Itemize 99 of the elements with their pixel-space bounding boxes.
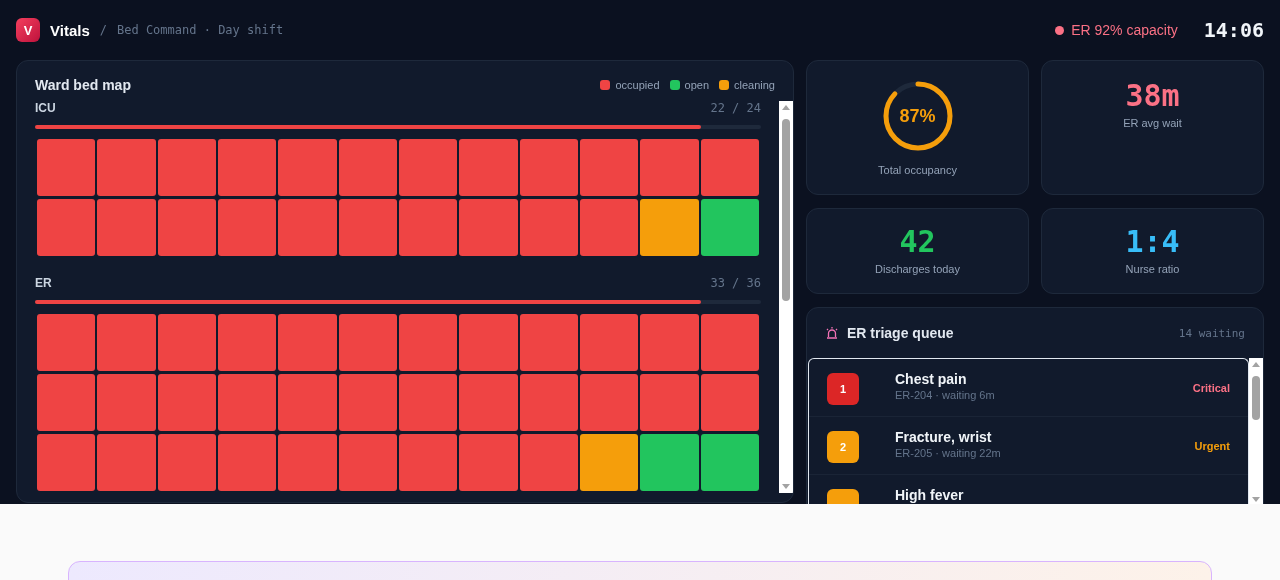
complaint: High fever (895, 488, 964, 502)
ward-count: 22 / 24 (710, 101, 761, 115)
breadcrumb-context: Bed Command · Day shift (117, 23, 284, 37)
bed-tile[interactable] (700, 139, 759, 196)
bed-tile[interactable] (338, 139, 397, 196)
bed-tile[interactable] (519, 314, 578, 371)
bed-tile[interactable] (580, 139, 639, 196)
bed-tile[interactable] (700, 434, 759, 491)
complaint: Chest pain (895, 372, 968, 386)
bed-tile[interactable] (218, 199, 277, 256)
stat-label: ER avg wait (1123, 117, 1182, 129)
panel-title: Ward bed map (35, 77, 131, 93)
app-logo: V (16, 18, 40, 42)
bed-tile[interactable] (640, 199, 699, 256)
triage-detail: ER-205 · waiting 22m (895, 447, 1001, 459)
triage-row[interactable]: 2 Fracture, wrist ER-205 · waiting 22m Urgent (809, 417, 1248, 475)
bed-tile[interactable] (37, 199, 96, 256)
bed-tile[interactable] (399, 314, 458, 371)
bed-tile[interactable] (580, 374, 639, 431)
bed-tile[interactable] (157, 374, 216, 431)
bed-tile[interactable] (278, 374, 337, 431)
bed-tile[interactable] (580, 199, 639, 256)
bed-tile[interactable] (459, 139, 518, 196)
priority-label: Critical (1192, 381, 1230, 394)
bed-tile[interactable] (218, 434, 277, 491)
bed-tile[interactable] (459, 374, 518, 431)
bed-tile[interactable] (519, 374, 578, 431)
bed-tile[interactable] (700, 314, 759, 371)
bed-tile[interactable] (338, 374, 397, 431)
bed-tile[interactable] (459, 434, 518, 491)
triage-level-badge: 2 (827, 431, 859, 463)
bed-tile[interactable] (218, 314, 277, 371)
bed-tile[interactable] (37, 314, 96, 371)
bed-tile[interactable] (459, 314, 518, 371)
stat-value: 1:4 (1125, 225, 1180, 259)
bed-tile[interactable] (640, 374, 699, 431)
triage-detail: ER-204 · waiting 6m (895, 389, 995, 401)
bed-tile[interactable] (338, 199, 397, 256)
stat-value: 38m (1125, 79, 1180, 113)
stat-label: Nurse ratio (1125, 263, 1180, 275)
bed-tile[interactable] (97, 374, 156, 431)
bed-tile[interactable] (338, 434, 397, 491)
bed-tile[interactable] (157, 139, 216, 196)
triage-level-badge: 1 (827, 373, 859, 405)
bed-tile[interactable] (519, 434, 578, 491)
bed-tile[interactable] (700, 199, 759, 256)
bed-tile[interactable] (97, 139, 156, 196)
ward-count: 33 / 36 (710, 276, 761, 290)
legend-label: occupied (615, 79, 660, 91)
bed-tile[interactable] (218, 374, 277, 431)
legend-label: open (684, 79, 709, 91)
waiting-count: 14 waiting (1178, 326, 1245, 340)
bed-tile[interactable] (97, 199, 156, 256)
bed-tile[interactable] (700, 374, 759, 431)
stat-label: Total occupancy (878, 164, 957, 176)
bed-tile[interactable] (580, 434, 639, 491)
bed-tile[interactable] (278, 314, 337, 371)
ward-name: ICU (35, 101, 56, 115)
app-name: Vitals (50, 21, 90, 39)
bed-tile[interactable] (519, 199, 578, 256)
bed-tile[interactable] (97, 314, 156, 371)
bed-tile[interactable] (278, 199, 337, 256)
bed-tile[interactable] (338, 314, 397, 371)
bed-tile[interactable] (399, 139, 458, 196)
capacity-label: ER 92% capacity (1071, 22, 1178, 38)
stat-value: 87% (899, 105, 936, 127)
bed-tile[interactable] (278, 434, 337, 491)
triage-row[interactable]: High fever (809, 475, 1248, 504)
bed-tile[interactable] (97, 434, 156, 491)
scrollbar[interactable] (779, 101, 793, 493)
bed-tile[interactable] (399, 434, 458, 491)
breadcrumb-separator: / (99, 23, 107, 37)
bed-tile[interactable] (519, 139, 578, 196)
scrollbar[interactable] (1249, 358, 1263, 504)
triage-row[interactable]: 1 Chest pain ER-204 · waiting 6m Critical (809, 359, 1248, 417)
bed-tile[interactable] (399, 199, 458, 256)
bed-tile[interactable] (278, 139, 337, 196)
bed-tile[interactable] (640, 139, 699, 196)
complaint: Fracture, wrist (895, 430, 993, 444)
bed-tile[interactable] (640, 434, 699, 491)
bed-tile[interactable] (157, 199, 216, 256)
bed-tile[interactable] (218, 139, 277, 196)
siren-icon (825, 326, 839, 340)
stat-label: Discharges today (875, 263, 960, 275)
stat-value: 42 (899, 225, 936, 259)
bed-tile[interactable] (580, 314, 639, 371)
bed-tile[interactable] (157, 314, 216, 371)
bed-tile[interactable] (37, 374, 96, 431)
legend-label: cleaning (734, 79, 775, 91)
clock: 14:06 (1203, 18, 1264, 42)
ward-name: ER (35, 276, 52, 290)
bed-tile[interactable] (399, 374, 458, 431)
bed-tile[interactable] (157, 434, 216, 491)
bed-tile[interactable] (640, 314, 699, 371)
bed-tile[interactable] (37, 139, 96, 196)
priority-label: Urgent (1194, 439, 1230, 452)
bed-tile[interactable] (459, 199, 518, 256)
panel-title: ER triage queue (847, 325, 954, 341)
bed-tile[interactable] (37, 434, 96, 491)
